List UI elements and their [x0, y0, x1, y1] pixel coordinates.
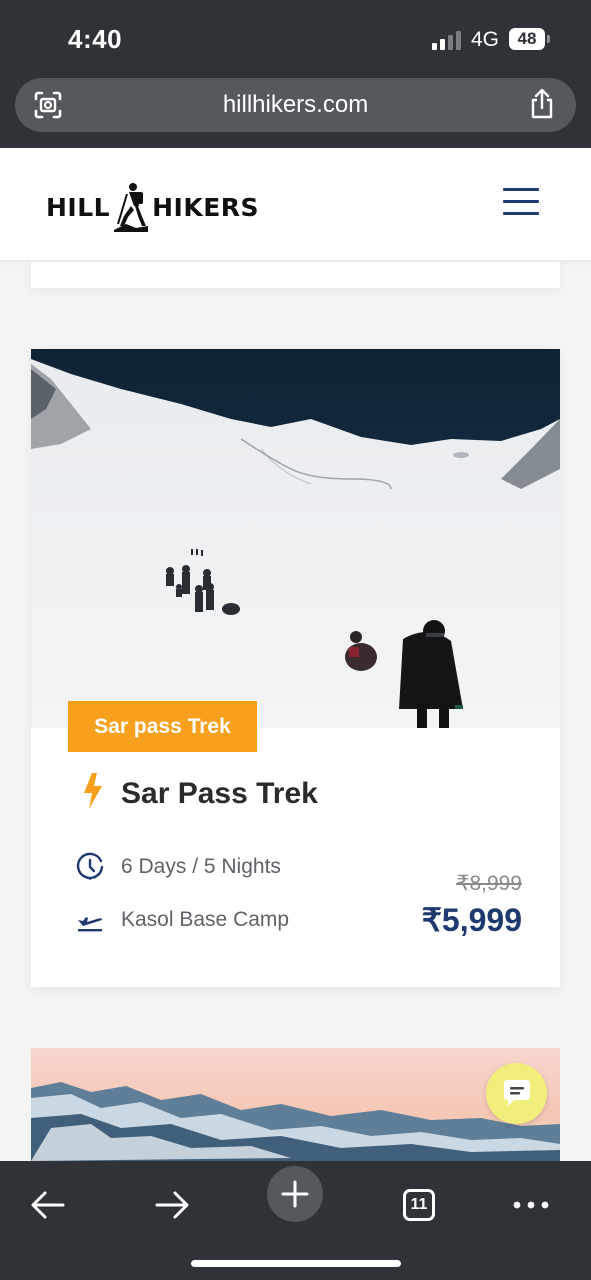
previous-trek-card[interactable]	[31, 262, 560, 288]
address-bar[interactable]: hillhikers.com	[15, 78, 576, 132]
logo-text-right: HIKERS	[152, 192, 260, 222]
next-trek-photo[interactable]	[31, 1048, 560, 1161]
back-button[interactable]	[18, 1175, 78, 1235]
trek-photo[interactable]	[31, 349, 560, 728]
base-camp-row: Kasol Base Camp	[75, 905, 289, 935]
status-bar: 4:40 4G 48	[0, 0, 591, 78]
site-logo[interactable]: HILL HIKERS	[46, 182, 259, 232]
url-text[interactable]: hillhikers.com	[15, 91, 576, 119]
more-icon	[513, 1201, 549, 1209]
back-arrow-icon	[31, 1191, 65, 1219]
trek-title[interactable]: Sar Pass Trek	[121, 777, 318, 811]
site-header: HILL HIKERS	[0, 148, 591, 260]
tabs-icon: 11	[403, 1189, 435, 1221]
home-indicator[interactable]	[191, 1260, 401, 1267]
browser-address-area: hillhikers.com	[0, 78, 591, 148]
forward-button[interactable]	[142, 1175, 202, 1235]
lightning-icon	[84, 773, 102, 809]
status-time: 4:40	[68, 24, 123, 54]
network-type: 4G	[471, 28, 500, 51]
tabs-button[interactable]: 11	[389, 1175, 449, 1235]
chat-button[interactable]	[486, 1063, 547, 1124]
hamburger-menu-icon[interactable]	[503, 188, 539, 218]
plus-icon	[281, 1180, 309, 1208]
trek-card[interactable]: Sar pass Trek Sar Pass Trek 6 Days / 5 N…	[31, 349, 560, 987]
trek-badge[interactable]: Sar pass Trek	[68, 701, 257, 752]
forward-arrow-icon	[155, 1191, 189, 1219]
more-menu-button[interactable]	[501, 1175, 561, 1235]
battery-cap	[547, 35, 550, 43]
new-tab-button[interactable]	[267, 1166, 323, 1222]
plane-departure-icon	[78, 917, 102, 932]
signal-icon	[432, 30, 462, 50]
next-trek-card[interactable]	[31, 1048, 560, 1161]
chat-icon	[504, 1080, 530, 1106]
duration-row: 6 Days / 5 Nights	[75, 852, 281, 882]
logo-text-left: HILL	[46, 192, 111, 222]
share-icon[interactable]	[528, 88, 556, 120]
battery-icon: 48	[509, 28, 545, 50]
original-price: ₹8,999	[456, 872, 522, 895]
hiker-logo-icon	[114, 183, 149, 232]
clock-icon	[76, 852, 104, 880]
duration-text: 6 Days / 5 Nights	[121, 855, 281, 878]
discounted-price: ₹5,999	[421, 902, 522, 938]
base-camp-text: Kasol Base Camp	[121, 908, 290, 931]
